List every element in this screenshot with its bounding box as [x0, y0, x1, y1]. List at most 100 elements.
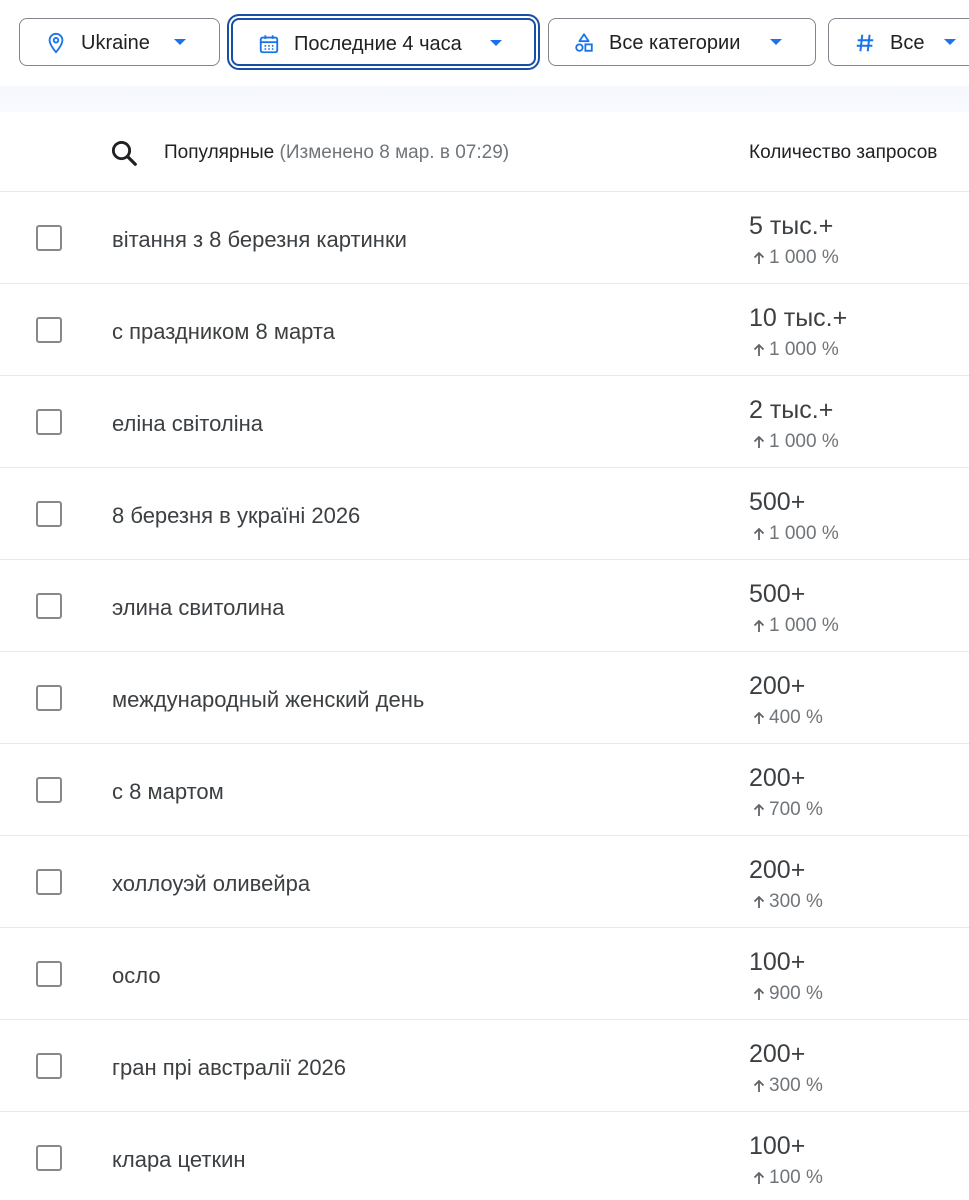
- time-filter-label: Последние 4 часа: [294, 33, 462, 55]
- growth-percent: 900 %: [751, 983, 823, 1005]
- growth-value: 400 %: [769, 707, 823, 728]
- arrow-up-icon: [751, 342, 767, 358]
- location-pin-icon: [45, 32, 67, 54]
- search-volume: 200+: [749, 856, 806, 884]
- search-volume: 200+: [749, 764, 806, 792]
- growth-value: 1 000 %: [769, 247, 839, 268]
- search-volume: 100+: [749, 1132, 806, 1160]
- growth-percent: 1 000 %: [751, 339, 839, 361]
- search-volume: 500+: [749, 580, 806, 608]
- trend-term[interactable]: с праздником 8 марта: [112, 319, 335, 345]
- hashtag-icon: [854, 32, 876, 54]
- search-icon[interactable]: [109, 138, 139, 168]
- trend-term[interactable]: гран прі австралії 2026: [112, 1055, 346, 1081]
- growth-percent: 1 000 %: [751, 523, 839, 545]
- table-row[interactable]: с праздником 8 марта 10 тыс.+ 1 000 %: [0, 284, 969, 376]
- trend-term[interactable]: осло: [112, 963, 161, 989]
- geo-filter-chip[interactable]: Ukraine: [19, 18, 220, 66]
- volume-column-header[interactable]: Количество запросов: [749, 142, 969, 164]
- table-title-text: Популярные: [164, 142, 275, 163]
- search-volume: 100+: [749, 948, 806, 976]
- trend-term[interactable]: еліна світоліна: [112, 411, 263, 437]
- row-checkbox[interactable]: [36, 409, 62, 435]
- chevron-down-icon: [174, 39, 186, 45]
- growth-value: 300 %: [769, 891, 823, 912]
- search-volume: 500+: [749, 488, 806, 516]
- header-divider-band: [0, 86, 969, 112]
- row-checkbox[interactable]: [36, 777, 62, 803]
- trend-term[interactable]: холлоуэй оливейра: [112, 871, 310, 897]
- table-row[interactable]: еліна світоліна 2 тыс.+ 1 000 %: [0, 376, 969, 468]
- time-filter-chip[interactable]: Последние 4 часа: [231, 18, 536, 66]
- chevron-down-icon: [770, 39, 782, 45]
- arrow-up-icon: [751, 1170, 767, 1186]
- growth-value: 1 000 %: [769, 523, 839, 544]
- growth-percent: 700 %: [751, 799, 823, 821]
- growth-value: 900 %: [769, 983, 823, 1004]
- geo-filter-label: Ukraine: [81, 32, 150, 54]
- type-filter-chip[interactable]: Все: [828, 18, 969, 66]
- type-filter-label: Все: [890, 32, 925, 54]
- search-volume: 5 тыс.+: [749, 212, 834, 240]
- arrow-up-icon: [751, 618, 767, 634]
- table-row[interactable]: клара цеткин 100+ 100 %: [0, 1112, 969, 1200]
- row-checkbox[interactable]: [36, 869, 62, 895]
- growth-value: 1 000 %: [769, 431, 839, 452]
- arrow-up-icon: [751, 1078, 767, 1094]
- table-row[interactable]: 8 березня в україні 2026 500+ 1 000 %: [0, 468, 969, 560]
- chevron-down-icon: [490, 40, 502, 46]
- arrow-up-icon: [751, 526, 767, 542]
- trend-term[interactable]: клара цеткин: [112, 1147, 246, 1173]
- table-title: Популярные (Изменено 8 мар. в 07:29): [164, 142, 509, 164]
- arrow-up-icon: [751, 250, 767, 266]
- growth-percent: 1 000 %: [751, 247, 839, 269]
- row-checkbox[interactable]: [36, 1145, 62, 1171]
- growth-percent: 1 000 %: [751, 615, 839, 637]
- search-volume: 2 тыс.+: [749, 396, 834, 424]
- row-checkbox[interactable]: [36, 961, 62, 987]
- table-row[interactable]: гран прі австралії 2026 200+ 300 %: [0, 1020, 969, 1112]
- table-row[interactable]: с 8 мартом 200+ 700 %: [0, 744, 969, 836]
- arrow-up-icon: [751, 986, 767, 1002]
- growth-percent: 1 000 %: [751, 431, 839, 453]
- search-volume: 200+: [749, 1040, 806, 1068]
- table-row[interactable]: международный женский день 200+ 400 %: [0, 652, 969, 744]
- row-checkbox[interactable]: [36, 501, 62, 527]
- trend-term[interactable]: международный женский день: [112, 687, 424, 713]
- trend-term[interactable]: вітання з 8 березня картинки: [112, 227, 407, 253]
- updated-timestamp: (Изменено 8 мар. в 07:29): [279, 142, 510, 163]
- growth-percent: 300 %: [751, 891, 823, 913]
- row-checkbox[interactable]: [36, 317, 62, 343]
- trend-term[interactable]: элина свитолина: [112, 595, 284, 621]
- category-filter-chip[interactable]: Все категории: [548, 18, 816, 66]
- growth-percent: 100 %: [751, 1167, 823, 1189]
- growth-value: 100 %: [769, 1167, 823, 1188]
- row-checkbox[interactable]: [36, 225, 62, 251]
- table-row[interactable]: вітання з 8 березня картинки 5 тыс.+ 1 000…: [0, 192, 969, 284]
- arrow-up-icon: [751, 802, 767, 818]
- calendar-icon: [258, 33, 280, 55]
- search-volume: 200+: [749, 672, 806, 700]
- table-row[interactable]: осло 100+ 900 %: [0, 928, 969, 1020]
- arrow-up-icon: [751, 894, 767, 910]
- arrow-up-icon: [751, 434, 767, 450]
- growth-value: 1 000 %: [769, 339, 839, 360]
- chevron-down-icon: [944, 39, 956, 45]
- category-shapes-icon: [573, 32, 595, 54]
- filter-bar: Ukraine Последние 4 часа Все категории В…: [19, 18, 969, 66]
- table-row[interactable]: элина свитолина 500+ 1 000 %: [0, 560, 969, 652]
- growth-value: 1 000 %: [769, 615, 839, 636]
- growth-percent: 400 %: [751, 707, 823, 729]
- growth-value: 700 %: [769, 799, 823, 820]
- row-checkbox[interactable]: [36, 1053, 62, 1079]
- category-filter-label: Все категории: [609, 32, 741, 54]
- row-checkbox[interactable]: [36, 685, 62, 711]
- trend-term[interactable]: с 8 мартом: [112, 779, 224, 805]
- table-header: Популярные (Изменено 8 мар. в 07:29) Кол…: [0, 112, 969, 192]
- trend-term[interactable]: 8 березня в україні 2026: [112, 503, 360, 529]
- growth-value: 300 %: [769, 1075, 823, 1096]
- arrow-up-icon: [751, 710, 767, 726]
- table-row[interactable]: холлоуэй оливейра 200+ 300 %: [0, 836, 969, 928]
- row-checkbox[interactable]: [36, 593, 62, 619]
- growth-percent: 300 %: [751, 1075, 823, 1097]
